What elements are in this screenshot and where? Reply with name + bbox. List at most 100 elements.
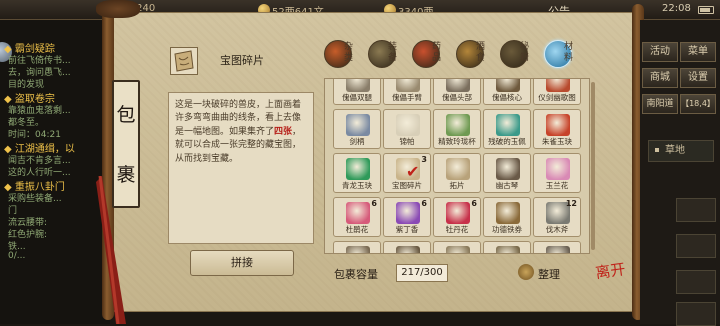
category-tab[interactable]: 材料 (544, 40, 580, 74)
quest-line: 这的人行听一... (8, 168, 71, 178)
terrain-label: 草地 (648, 140, 714, 162)
inventory-cell[interactable] (533, 241, 581, 253)
item-name: 锦帕 (399, 137, 415, 146)
category-tab[interactable]: 药品 (412, 40, 448, 74)
inventory-cell[interactable]: 拓片 (433, 153, 481, 193)
capacity-label: 包裹容量 (334, 268, 378, 281)
item-name: 仪剑幽歌图 (538, 93, 576, 102)
inventory-cell[interactable]: 宝图碎片 3 ✔ (383, 153, 431, 193)
inventory-cell[interactable]: 伐木斧 12 (533, 197, 581, 237)
bullet-icon (655, 148, 659, 152)
inventory-cell[interactable]: 紫丁香 6 (383, 197, 431, 237)
item-icon (346, 202, 370, 224)
item-icon (396, 202, 420, 224)
item-grid: 傀儡双腿 傀儡手臂 傀儡头部 傀儡核心 仪剑幽歌图剑柄 锦帕 精致玲珑杯 残破的玉佩 朱雀玉玦青… (324, 78, 590, 254)
item-name: 宝图碎片 (392, 181, 422, 190)
item-description: 这是一块破碎的兽皮，上面画着许多弯弯曲曲的线条，看上去像是一幅地图。如果集齐了四… (175, 99, 309, 166)
item-icon (346, 158, 370, 180)
menu-button[interactable]: 菜单 (680, 42, 716, 62)
inventory-cell[interactable]: 杜鹃花 6 (333, 197, 381, 237)
inventory-cell[interactable]: 幽古琴 (483, 153, 531, 193)
item-name: 杜鹃花 (345, 225, 369, 234)
package-title-char: 包 (116, 104, 136, 126)
activity-button[interactable]: 活动 (642, 42, 678, 62)
category-tab[interactable]: 秘籍 (500, 40, 536, 74)
item-name: 傀儡核心 (492, 93, 522, 102)
item-name: 功德铁券 (492, 225, 522, 234)
quest-panel: ◆ 霸剑疑踪 前往飞倚传书... 去，询问愚飞... 目的发现 ◆ 盗取卷宗 靠… (0, 20, 110, 324)
item-name: 傀儡头部 (442, 93, 472, 102)
inventory-cell[interactable]: 傀儡头部 (433, 79, 481, 105)
inventory-cell[interactable]: 功德铁券 (483, 197, 531, 237)
quest-line: 0/... (8, 251, 26, 261)
selected-check-icon: ✔ (406, 162, 420, 181)
item-name: 紫丁香 (395, 225, 419, 234)
item-name: 伐木斧 (545, 225, 569, 234)
item-name: 傀儡手臂 (392, 93, 422, 102)
inventory-cell[interactable]: 仪剑幽歌图 (533, 79, 581, 105)
item-icon (396, 79, 420, 92)
item-icon (346, 114, 370, 136)
quick-slot[interactable] (676, 270, 716, 294)
inventory-cell[interactable] (433, 241, 481, 253)
capacity-value: 217/300 (396, 264, 448, 282)
category-tab[interactable]: 酒食 (456, 40, 492, 74)
category-label: 秘籍 (520, 42, 530, 63)
settings-button[interactable]: 设置 (680, 68, 716, 88)
category-tab[interactable]: 装备 (368, 40, 404, 74)
inventory-cell[interactable]: 青龙玉玦 (333, 153, 381, 193)
quick-slot[interactable] (676, 234, 716, 258)
inventory-cell[interactable]: 傀儡手臂 (383, 79, 431, 105)
description-highlight: 四张 (274, 126, 293, 137)
selected-item-icon (170, 47, 198, 75)
item-name: 青龙玉玦 (342, 181, 372, 190)
inventory-cell[interactable]: 玉兰花 (533, 153, 581, 193)
item-count: 3 (421, 155, 427, 164)
shop-button[interactable]: 商城 (642, 68, 678, 88)
terrain-text: 草地 (665, 145, 685, 156)
quick-slot[interactable] (676, 198, 716, 222)
inventory-cell[interactable]: 朱雀玉玦 (533, 109, 581, 149)
inventory-cell[interactable]: 残破的玉佩 (483, 109, 531, 149)
item-icon (496, 79, 520, 92)
assemble-button[interactable]: 拼接 (190, 250, 294, 276)
item-icon (396, 114, 420, 136)
item-name: 朱雀玉玦 (542, 137, 572, 146)
inventory-cell[interactable]: 锦帕 (383, 109, 431, 149)
item-name: 残破的玉佩 (488, 137, 526, 146)
category-label: 杂类 (344, 42, 354, 63)
inventory-cell[interactable]: 剑柄 (333, 109, 381, 149)
item-count: 6 (471, 199, 477, 208)
item-icon (446, 114, 470, 136)
quick-slot[interactable] (676, 302, 716, 326)
item-icon (546, 246, 570, 253)
package-title-tag: 包 裹 (112, 80, 140, 208)
inventory-cell[interactable]: 傀儡核心 (483, 79, 531, 105)
item-icon (346, 246, 370, 253)
quest-line: 时间：04:21 (8, 130, 61, 140)
map-fragment-icon (174, 50, 194, 72)
item-icon (446, 158, 470, 180)
item-name: 傀儡双腿 (342, 93, 372, 102)
inventory-cell[interactable] (483, 241, 531, 253)
item-name: 牡丹花 (445, 225, 469, 234)
close-seal-button[interactable]: 离开 (593, 260, 630, 304)
inventory-cell[interactable] (333, 241, 381, 253)
scroll-cap (96, 0, 140, 18)
item-name: 精致玲珑杯 (438, 137, 476, 146)
item-description-box: 这是一块破碎的兽皮，上面画着许多弯弯曲曲的线条，看上去像是一幅地图。如果集齐了四… (168, 92, 314, 244)
inventory-cell[interactable]: 牡丹花 6 (433, 197, 481, 237)
inventory-cell[interactable]: 精致玲珑杯 (433, 109, 481, 149)
item-icon (546, 158, 570, 180)
grid-scrollbar[interactable] (591, 82, 595, 250)
item-name: 幽古琴 (495, 181, 519, 190)
item-name: 剑柄 (349, 137, 365, 146)
inventory-cell[interactable] (383, 241, 431, 253)
category-tab[interactable]: 杂类 (324, 40, 360, 74)
item-icon (446, 202, 470, 224)
category-label: 材料 (564, 42, 574, 63)
inventory-cell[interactable]: 傀儡双腿 (333, 79, 381, 105)
item-icon (496, 246, 520, 253)
sort-button[interactable]: 整理 (518, 262, 578, 284)
item-name: 拓片 (449, 181, 465, 190)
